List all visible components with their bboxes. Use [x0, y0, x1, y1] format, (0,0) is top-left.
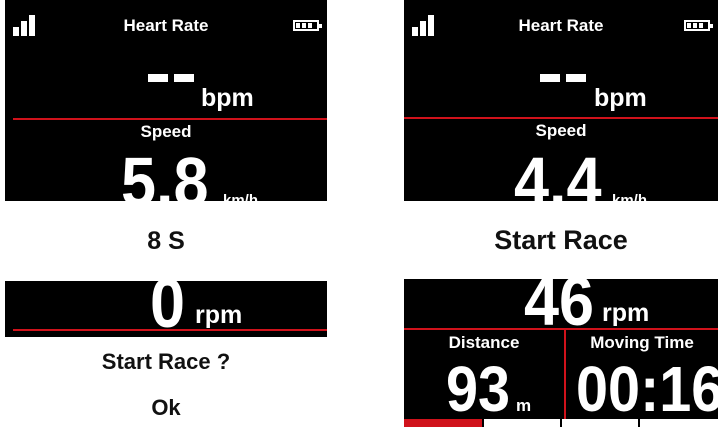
moving-time-label: Moving Time	[590, 333, 694, 352]
status-bar: Heart Rate	[5, 0, 327, 40]
battery-icon	[293, 20, 322, 31]
divider	[404, 117, 718, 119]
cadence-value: 46	[524, 262, 595, 340]
battery-icon	[684, 20, 713, 31]
left-device-screen: Heart Rate bpm Speed 5.8 km/h 8 S 0 rpm …	[5, 0, 327, 427]
start-race-dialog: Start Race ? Ok	[5, 337, 327, 427]
distance-unit: m	[516, 396, 532, 415]
countdown-text: 8 S	[147, 227, 185, 255]
status-title: Heart Rate	[123, 16, 209, 35]
page-indicator	[640, 419, 718, 427]
page-indicator-active	[404, 419, 482, 427]
speed-label: Speed	[535, 121, 587, 140]
heart-rate-unit: bpm	[201, 84, 254, 112]
heart-rate-placeholder	[566, 74, 586, 82]
cadence-unit: rpm	[195, 301, 243, 329]
heart-rate-placeholder	[174, 74, 194, 82]
page-indicator	[562, 419, 638, 427]
heart-rate-placeholder	[148, 74, 168, 82]
heart-rate-unit: bpm	[594, 84, 647, 112]
status-bar: Heart Rate	[404, 0, 718, 40]
speed-label: Speed	[140, 122, 192, 141]
right-device-screen: Heart Rate bpm Speed 4.4 km/h Start Race…	[404, 0, 718, 427]
cadence-value: 0	[150, 264, 186, 342]
heart-rate-placeholder	[540, 74, 560, 82]
start-race-text: Start Race	[494, 225, 628, 255]
distance-label: Distance	[448, 333, 520, 352]
ok-button[interactable]: Ok	[5, 395, 327, 421]
divider	[13, 329, 327, 331]
divider	[13, 118, 327, 120]
page-indicator	[484, 419, 560, 427]
dialog-title: Start Race ?	[101, 349, 231, 374]
cadence-unit: rpm	[602, 299, 650, 327]
distance-value: 93	[446, 353, 511, 425]
moving-time-value: 00:16	[576, 353, 718, 425]
divider	[404, 328, 718, 330]
status-title: Heart Rate	[518, 16, 604, 35]
